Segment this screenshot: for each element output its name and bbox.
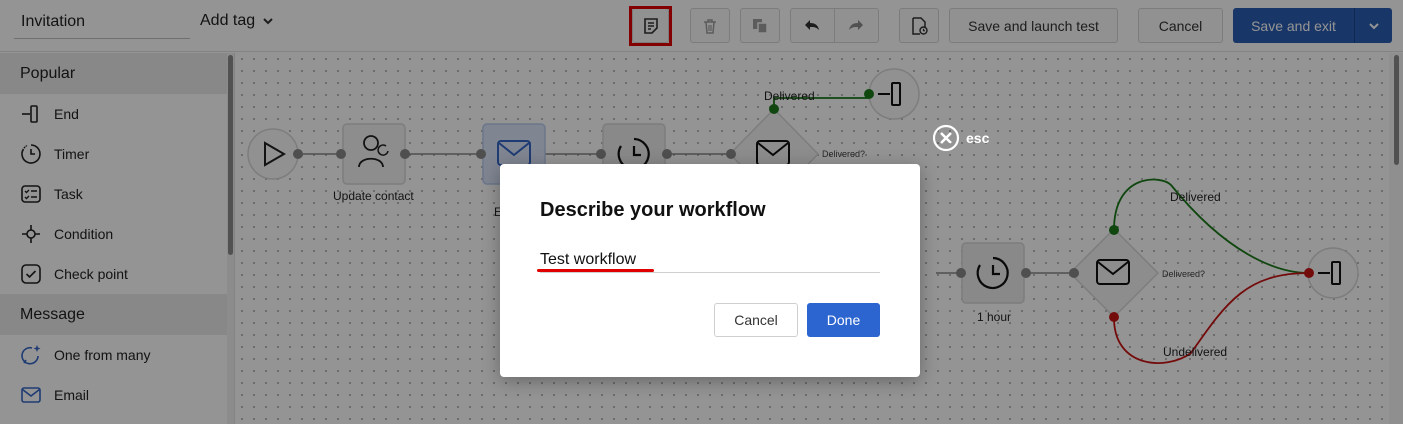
esc-label: esc — [966, 130, 990, 146]
close-dialog-esc[interactable]: esc — [932, 124, 989, 152]
input-highlight-underline — [537, 269, 654, 272]
describe-workflow-dialog: Describe your workflow Cancel Done — [500, 164, 920, 377]
dialog-title: Describe your workflow — [540, 199, 766, 221]
close-circle-icon — [932, 124, 960, 152]
dialog-done-button[interactable]: Done — [807, 303, 880, 337]
dialog-cancel-button[interactable]: Cancel — [714, 303, 798, 337]
